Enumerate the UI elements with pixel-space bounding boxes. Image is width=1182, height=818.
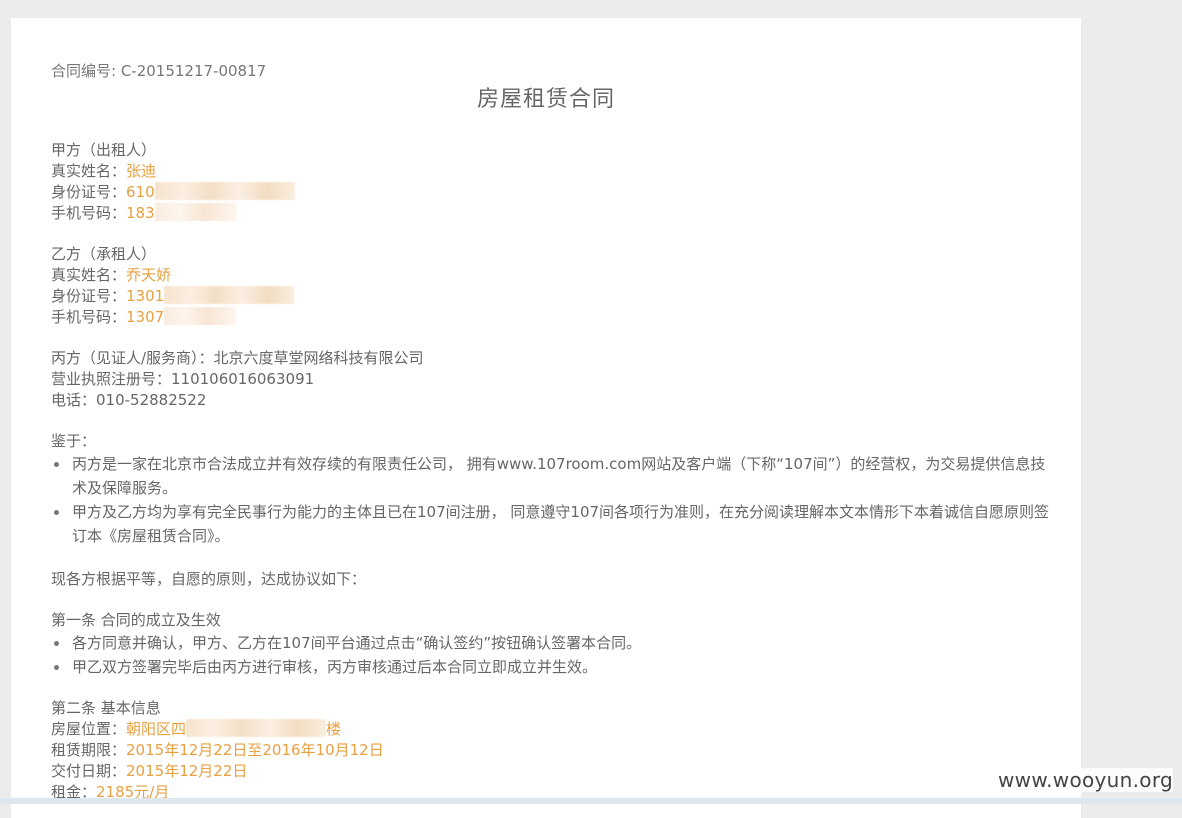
party-b-id-label: 身份证号： bbox=[51, 287, 127, 305]
lease-term-label: 租赁期限： bbox=[51, 741, 127, 759]
delivery-date-value: 2015年12月22日 bbox=[126, 762, 248, 780]
lease-term-value: 2015年12月22日至2016年10月12日 bbox=[126, 741, 384, 759]
article-1-heading: 第一条 合同的成立及生效 bbox=[51, 611, 221, 629]
delivery-date-row: 交付日期：2015年12月22日 bbox=[51, 761, 1051, 782]
house-location-row: 房屋位置：朝阳区四 楼 bbox=[51, 719, 1051, 740]
party-b-phone-value: 1307 bbox=[126, 308, 165, 326]
party-a-name-row: 真实姓名：张迪 bbox=[51, 161, 1051, 182]
article-1-section: 第一条 合同的成立及生效 各方同意并确认，甲方、乙方在107间平台通过点击“确认… bbox=[51, 610, 1051, 679]
party-b-phone-row: 手机号码：1307 bbox=[51, 307, 1051, 328]
party-a-id-label: 身份证号： bbox=[51, 183, 127, 201]
delivery-date-label: 交付日期： bbox=[51, 762, 127, 780]
contract-body: 甲方（出租人） 真实姓名：张迪 身份证号：610 手机号码：183 乙方（承租人… bbox=[51, 140, 1051, 803]
article-1-list: 各方同意并确认，甲方、乙方在107间平台通过点击“确认签约”按钮确认签署本合同。… bbox=[51, 631, 1051, 679]
whereas-list: 丙方是一家在北京市合法成立并有效存续的有限责任公司， 拥有www.107room… bbox=[51, 452, 1051, 548]
house-location-prefix: 朝阳区四 bbox=[126, 720, 187, 738]
party-b-section: 乙方（承租人） 真实姓名：乔天娇 身份证号：1301 手机号码：1307 bbox=[51, 244, 1051, 328]
contract-page: 合同编号: C-20151217-00817 房屋租赁合同 甲方（出租人） 真实… bbox=[11, 18, 1081, 818]
lease-term-row: 租赁期限：2015年12月22日至2016年10月12日 bbox=[51, 740, 1051, 761]
list-item: 甲方及乙方均为享有完全民事行为能力的主体且已在107间注册， 同意遵守107间各… bbox=[51, 500, 1051, 548]
party-c-line-3: 电话：010-52882522 bbox=[51, 391, 207, 409]
contract-number: 合同编号: C-20151217-00817 bbox=[51, 62, 267, 80]
party-a-phone-row: 手机号码：183 bbox=[51, 203, 1051, 224]
agreement-intro: 现各方根据平等，自愿的原则，达成协议如下： bbox=[51, 570, 367, 588]
redacted-blur bbox=[164, 286, 295, 304]
article-2-heading: 第二条 基本信息 bbox=[51, 699, 161, 717]
watermark: www.wooyun.org bbox=[998, 768, 1173, 792]
party-b-name-value: 乔天娇 bbox=[126, 266, 172, 284]
party-a-heading: 甲方（出租人） bbox=[51, 141, 157, 159]
list-item: 各方同意并确认，甲方、乙方在107间平台通过点击“确认签约”按钮确认签署本合同。 bbox=[51, 631, 1051, 655]
party-a-section: 甲方（出租人） 真实姓名：张迪 身份证号：610 手机号码：183 bbox=[51, 140, 1051, 224]
party-b-name-row: 真实姓名：乔天娇 bbox=[51, 265, 1051, 286]
party-b-name-label: 真实姓名： bbox=[51, 266, 127, 284]
whereas-heading: 鉴于： bbox=[51, 432, 97, 450]
party-b-id-value: 1301 bbox=[126, 287, 165, 305]
party-a-phone-label: 手机号码： bbox=[51, 204, 127, 222]
article-2-section: 第二条 基本信息 房屋位置：朝阳区四 楼 租赁期限：2015年12月22日至201… bbox=[51, 698, 1051, 803]
party-a-phone-value: 183 bbox=[126, 204, 155, 222]
party-c-line-1: 丙方（见证人/服务商）：北京六度草堂网络科技有限公司 bbox=[51, 349, 424, 367]
list-item: 甲乙双方签署完毕后由丙方进行审核，丙方审核通过后本合同立即成立并生效。 bbox=[51, 655, 1051, 679]
party-a-name-value: 张迪 bbox=[126, 162, 157, 180]
redacted-blur bbox=[154, 182, 295, 200]
party-a-id-value: 610 bbox=[126, 183, 155, 201]
party-a-name-label: 真实姓名： bbox=[51, 162, 127, 180]
list-item: 丙方是一家在北京市合法成立并有效存续的有限责任公司， 拥有www.107room… bbox=[51, 452, 1051, 500]
party-b-heading: 乙方（承租人） bbox=[51, 245, 157, 263]
page-title: 房屋租赁合同 bbox=[476, 87, 615, 112]
party-b-id-row: 身份证号：1301 bbox=[51, 286, 1051, 307]
redacted-blur bbox=[154, 203, 237, 221]
party-c-line-2: 营业执照注册号：110106016063091 bbox=[51, 370, 315, 388]
party-c-section: 丙方（见证人/服务商）：北京六度草堂网络科技有限公司 营业执照注册号：11010… bbox=[51, 348, 1051, 411]
redacted-blur bbox=[164, 307, 237, 325]
house-location-label: 房屋位置： bbox=[51, 720, 127, 738]
party-b-phone-label: 手机号码： bbox=[51, 308, 127, 326]
whereas-section: 鉴于： 丙方是一家在北京市合法成立并有效存续的有限责任公司， 拥有www.107… bbox=[51, 431, 1051, 548]
party-a-id-row: 身份证号：610 bbox=[51, 182, 1051, 203]
house-location-suffix: 楼 bbox=[326, 720, 342, 738]
redacted-blur bbox=[186, 719, 327, 737]
bottom-scroll-bar bbox=[0, 798, 1182, 804]
